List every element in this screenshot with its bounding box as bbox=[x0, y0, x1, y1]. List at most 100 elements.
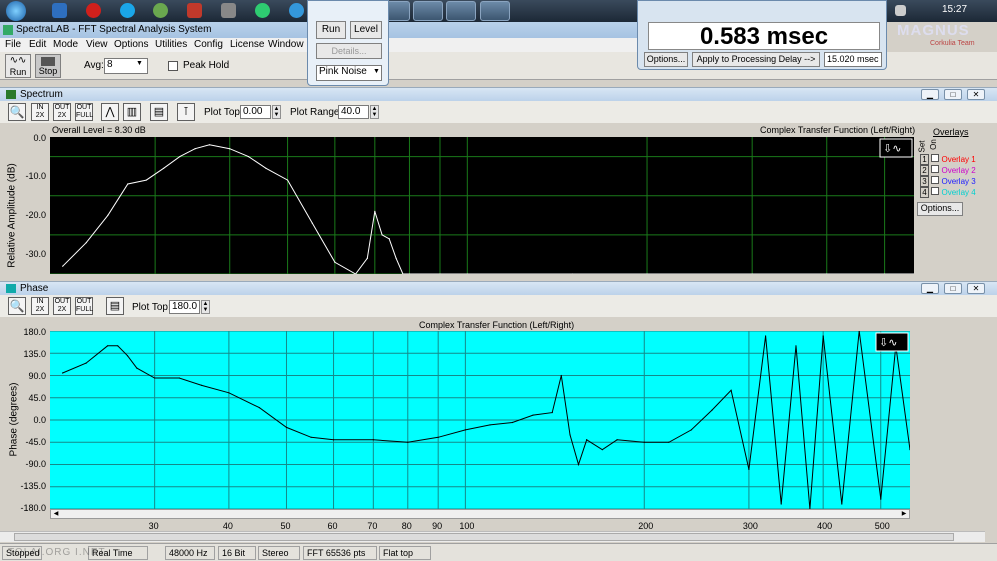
app-icon-4[interactable] bbox=[221, 3, 236, 18]
zoom-out-full-icon[interactable]: OUT FULL bbox=[75, 103, 93, 121]
overlay-checkbox[interactable] bbox=[931, 154, 940, 162]
data-point bbox=[163, 167, 165, 169]
plot-top-spinner[interactable]: ▲ ▼ bbox=[272, 105, 281, 119]
taskbar-window-button-2[interactable] bbox=[446, 1, 476, 21]
overall-level: Overall Level = 8.30 dB bbox=[52, 125, 146, 135]
menu-utilities[interactable]: Utilities bbox=[155, 39, 187, 50]
plot-background bbox=[50, 137, 914, 274]
phase-plot-top-spinner[interactable]: ▲ ▼ bbox=[201, 300, 210, 314]
overlay-set-button[interactable]: 1 bbox=[920, 154, 929, 165]
generator-window: Run Level Details... Pink Noise ▼ bbox=[307, 0, 389, 86]
scroll-right-arrow[interactable]: ▶ bbox=[899, 510, 909, 518]
stop-button[interactable]: Stop bbox=[35, 54, 61, 78]
zoom-out-2x-icon[interactable]: OUT 2X bbox=[53, 297, 71, 315]
overlay-checkbox[interactable] bbox=[931, 176, 940, 184]
zoom-icon[interactable]: 🔍 bbox=[8, 103, 26, 121]
generator-run-button[interactable]: Run bbox=[316, 21, 346, 39]
opera-icon[interactable] bbox=[86, 3, 101, 18]
data-point bbox=[106, 345, 109, 347]
menu-license[interactable]: License bbox=[230, 39, 264, 50]
app-icon-1[interactable] bbox=[52, 3, 67, 18]
phase-plot[interactable]: ⇩∿ bbox=[50, 331, 910, 509]
peak-hold-checkbox[interactable] bbox=[168, 61, 178, 71]
display-settings-icon[interactable]: ▤ bbox=[106, 297, 124, 315]
taskbar-window-button-1[interactable] bbox=[413, 1, 443, 21]
menu-options[interactable]: Options bbox=[114, 39, 148, 50]
app-icon-2[interactable] bbox=[153, 3, 168, 18]
close-button[interactable]: ✕ bbox=[967, 283, 985, 294]
menu-edit[interactable]: Edit bbox=[29, 39, 46, 50]
overlay-row[interactable]: 4 Overlay 4 bbox=[920, 187, 994, 198]
data-point bbox=[117, 345, 119, 347]
menu-view[interactable]: View bbox=[86, 39, 108, 50]
app-icon-5[interactable] bbox=[255, 3, 270, 18]
data-point bbox=[85, 362, 87, 364]
app-icon-6[interactable] bbox=[289, 3, 304, 18]
spectrum-panel-header[interactable]: Spectrum ▁ □ ✕ bbox=[0, 87, 997, 101]
menu-file[interactable]: File bbox=[5, 39, 21, 50]
run-button[interactable]: ∿∿ Run bbox=[5, 54, 31, 78]
generator-level-button[interactable]: Level bbox=[350, 21, 382, 39]
line-plot-icon[interactable]: ⋀ bbox=[101, 103, 119, 121]
volume-icon[interactable] bbox=[895, 5, 906, 16]
plot-range-input[interactable]: 40.0 bbox=[338, 105, 369, 119]
overlay-checkbox[interactable] bbox=[931, 165, 940, 173]
spectrum-ytick: 0.0 bbox=[33, 133, 46, 143]
minimize-button[interactable]: ▁ bbox=[921, 283, 939, 294]
scale-icon[interactable]: ⊺ bbox=[177, 103, 195, 121]
menu-mode[interactable]: Mode bbox=[53, 39, 78, 50]
cursor-mode-icon-glyph: ⇩∿ bbox=[879, 336, 897, 349]
data-point bbox=[668, 441, 670, 443]
phase-horizontal-scrollbar[interactable]: ◀ ▶ bbox=[50, 509, 910, 519]
data-point bbox=[511, 421, 514, 424]
overlay-set-button[interactable]: 2 bbox=[920, 165, 929, 176]
close-button[interactable]: ✕ bbox=[967, 89, 985, 100]
display-settings-icon[interactable]: ▤ bbox=[150, 103, 168, 121]
maximize-button[interactable]: □ bbox=[944, 283, 962, 294]
data-point bbox=[61, 372, 64, 374]
apply-delay-button[interactable]: Apply to Processing Delay --> bbox=[692, 52, 820, 67]
overlay-set-button[interactable]: 3 bbox=[920, 176, 929, 187]
zoom-icon[interactable]: 🔍 bbox=[8, 297, 26, 315]
zoom-out-full-icon[interactable]: OUT FULL bbox=[75, 297, 93, 315]
main-horizontal-scrollbar[interactable] bbox=[0, 531, 985, 542]
phase-xtick: 300 bbox=[742, 521, 758, 531]
zoom-out-2x-icon[interactable]: OUT 2X bbox=[53, 103, 71, 121]
overlay-row[interactable]: 1 Overlay 1 bbox=[920, 154, 994, 165]
menu-window[interactable]: Window bbox=[268, 39, 304, 50]
maximize-button[interactable]: □ bbox=[944, 89, 962, 100]
zoom-in-2x-icon[interactable]: IN 2X bbox=[31, 297, 49, 315]
spectrum-plot[interactable]: ⇩∿ bbox=[50, 137, 914, 274]
plot-top-input[interactable]: 0.00 bbox=[240, 105, 271, 119]
clock[interactable]: 15:27 bbox=[942, 4, 967, 15]
zoom-in-2x-icon[interactable]: IN 2X bbox=[31, 103, 49, 121]
data-point bbox=[764, 335, 767, 337]
scroll-left-arrow[interactable]: ◀ bbox=[51, 510, 61, 518]
processing-delay-field[interactable]: 15.020 msec bbox=[824, 52, 882, 67]
chevron-down-icon[interactable]: ▼ bbox=[136, 60, 143, 67]
chevron-down-icon[interactable]: ▼ bbox=[373, 68, 380, 75]
overlay-set-button[interactable]: 4 bbox=[920, 187, 929, 198]
overlay-row[interactable]: 3 Overlay 3 bbox=[920, 176, 994, 187]
overlay-options-button[interactable]: Options... bbox=[917, 202, 963, 216]
data-point bbox=[145, 179, 147, 181]
minimize-button[interactable]: ▁ bbox=[921, 89, 939, 100]
overlay-checkbox[interactable] bbox=[931, 187, 940, 195]
data-point bbox=[85, 242, 87, 244]
phase-plot-top-input[interactable]: 180.0 bbox=[169, 300, 200, 314]
generator-details-button[interactable]: Details... bbox=[316, 43, 382, 59]
overlay-row[interactable]: 2 Overlay 2 bbox=[920, 165, 994, 176]
skype-icon[interactable] bbox=[120, 3, 135, 18]
start-orb-icon[interactable] bbox=[6, 1, 26, 21]
taskbar-explorer-button[interactable] bbox=[480, 1, 510, 21]
scrollbar-thumb[interactable] bbox=[14, 533, 954, 541]
bar-plot-icon[interactable]: ▥ bbox=[123, 103, 141, 121]
data-point bbox=[154, 377, 156, 379]
menu-config[interactable]: Config bbox=[194, 39, 223, 50]
phase-panel-header[interactable]: Phase ▁ □ ✕ bbox=[0, 281, 997, 295]
app-icon-3[interactable] bbox=[187, 3, 202, 18]
plot-range-spinner[interactable]: ▲ ▼ bbox=[370, 105, 379, 119]
delay-options-button[interactable]: Options... bbox=[644, 52, 688, 67]
phase-ytick: 45.0 bbox=[28, 393, 46, 403]
delay-readout: 0.583 msec bbox=[648, 22, 880, 50]
